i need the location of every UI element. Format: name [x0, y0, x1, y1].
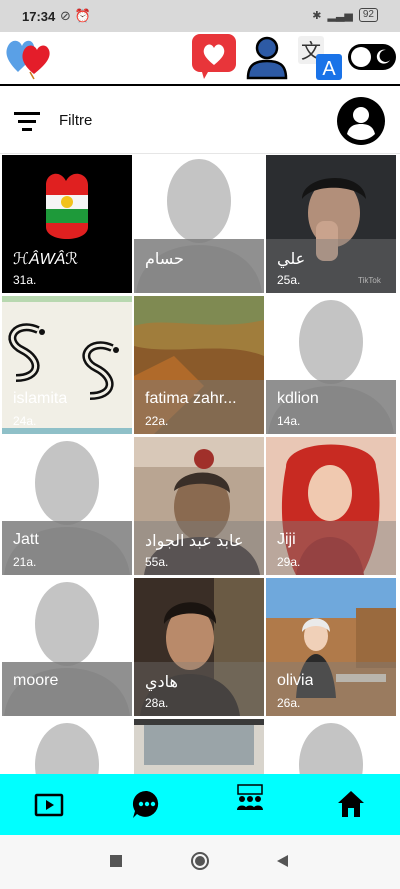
system-navigation-bar [0, 835, 400, 889]
profile-name: علي [277, 251, 306, 268]
profile-name: Jatt [13, 531, 39, 548]
status-time: 17:34 [22, 9, 56, 24]
profile-card[interactable]: عابد عبد الجواد 55a. [134, 437, 264, 575]
profile-card[interactable]: fatima zahr... 22a. [134, 296, 264, 434]
recents-icon[interactable] [108, 853, 124, 869]
dark-mode-toggle[interactable] [348, 44, 396, 70]
back-icon[interactable] [274, 853, 290, 869]
profile-card[interactable]: TikTok علي 25a. [266, 155, 396, 293]
user-profile-icon[interactable] [244, 34, 290, 80]
profile-age: 14a. [277, 414, 301, 428]
profile-age: 26a. [277, 696, 301, 710]
profile-card[interactable]: ℋÂWÂℛ 31a. [2, 155, 132, 293]
chat-icon[interactable] [131, 788, 163, 820]
profile-age: 25a. [277, 273, 301, 287]
filter-label[interactable]: Filtre [59, 112, 92, 129]
status-right: ✱ ▂▃▅ 92 [312, 8, 378, 22]
battery-indicator: 92 [358, 8, 378, 22]
profile-name: Jiji [277, 531, 296, 548]
profile-card[interactable]: Jiji 29a. [266, 437, 396, 575]
bottom-navigation [0, 774, 400, 835]
bluetooth-icon: ✱ [312, 9, 322, 22]
moon-icon [376, 49, 390, 64]
profile-photo [134, 719, 264, 774]
account-circle-icon[interactable] [336, 96, 386, 146]
profile-name: kdlion [277, 390, 319, 407]
profile-age: 31a. [13, 273, 37, 287]
profile-age: 55a. [145, 555, 169, 569]
profile-name: ℋÂWÂℛ [13, 251, 79, 268]
video-play-icon[interactable] [33, 788, 65, 820]
default-avatar-icon [2, 719, 132, 774]
profile-age: 24a. [13, 414, 37, 428]
profile-card[interactable]: kdlion 14a. [266, 296, 396, 434]
signal-icon: ▂▃▅ [327, 9, 353, 22]
status-bar: 17:34 ⊘ ⏰ ✱ ▂▃▅ 92 [0, 0, 400, 32]
hearts-logo-icon [6, 40, 50, 80]
profile-card[interactable]: حسام [134, 155, 264, 293]
status-notification-icons: ⊘ ⏰ [60, 8, 91, 23]
profile-card[interactable]: olivia 26a. [266, 578, 396, 716]
profile-age: 21a. [13, 555, 37, 569]
default-avatar-icon [266, 719, 396, 774]
profile-card[interactable]: islamita 24a. [2, 296, 132, 434]
filter-icon[interactable] [14, 110, 40, 132]
profile-age: 29a. [277, 555, 301, 569]
likes-heart-icon[interactable] [190, 32, 238, 80]
profile-name: olivia [277, 672, 314, 689]
profile-name: هادي [145, 674, 178, 691]
profile-card[interactable] [266, 719, 396, 774]
profile-name: حسام [145, 251, 184, 268]
profile-card[interactable]: moore [2, 578, 132, 716]
home-icon[interactable] [335, 788, 367, 820]
profile-name: moore [13, 672, 59, 689]
svg-text:A: A [322, 58, 336, 80]
profile-card[interactable] [134, 719, 264, 774]
profile-card[interactable]: Jatt 21a. [2, 437, 132, 575]
profile-age: 22a. [145, 414, 169, 428]
profile-age: 28a. [145, 696, 169, 710]
filter-row: Filtre [0, 86, 400, 154]
app-bar: 文 A [0, 32, 400, 86]
profile-card[interactable]: هادي 28a. [134, 578, 264, 716]
profile-card[interactable] [2, 719, 132, 774]
profile-name: islamita [13, 390, 68, 407]
home-button-icon[interactable] [190, 851, 210, 871]
toggle-knob [351, 47, 371, 67]
group-icon[interactable] [234, 782, 266, 814]
profile-name: عابد عبد الجواد [145, 533, 244, 550]
profile-name: fatima zahr... [145, 390, 237, 407]
profile-grid: ℋÂWÂℛ 31a. حسام TikTok علي 25a. [0, 155, 400, 774]
translate-icon[interactable]: 文 A [296, 34, 344, 82]
